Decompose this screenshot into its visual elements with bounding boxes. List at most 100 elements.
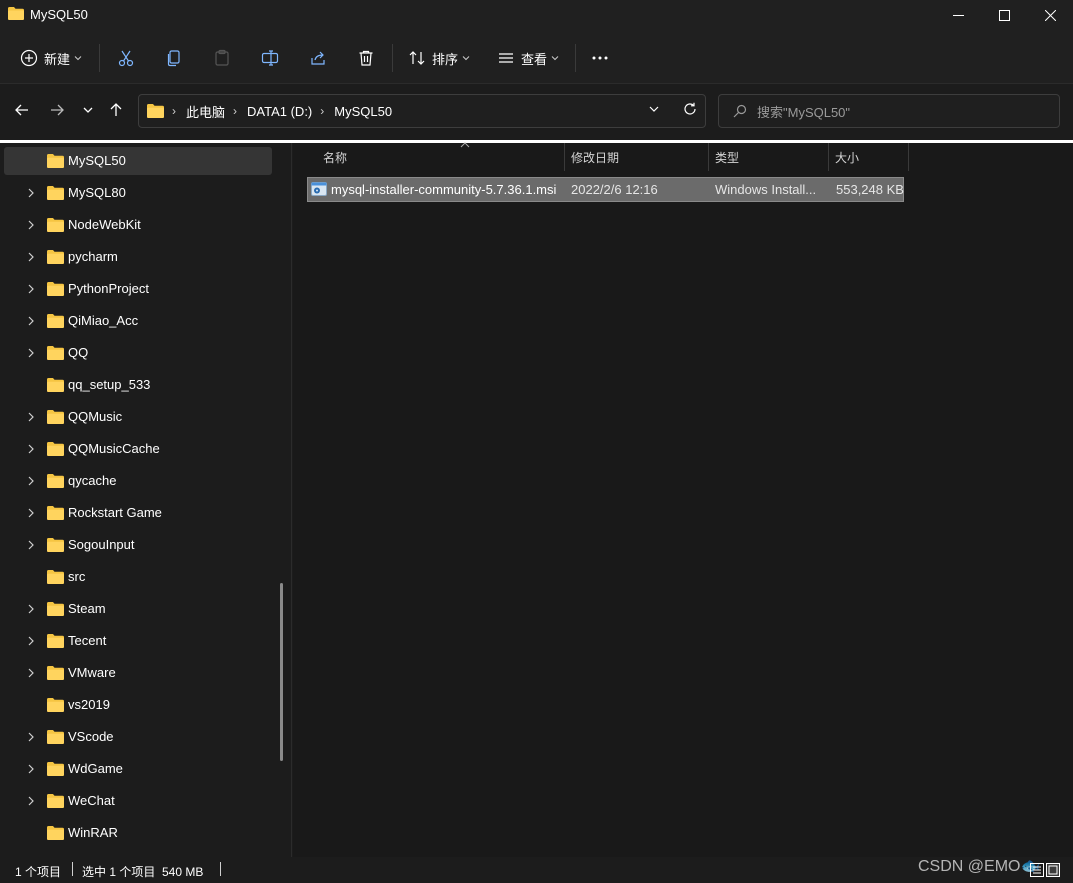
sort-icon xyxy=(409,51,425,65)
chevron-right-icon[interactable] xyxy=(26,444,36,454)
sidebar-item[interactable]: VMware xyxy=(4,659,272,687)
sidebar-item[interactable]: pycharm xyxy=(4,243,272,271)
folder-icon xyxy=(47,826,64,840)
sidebar-item-label: MySQL50 xyxy=(68,153,126,168)
breadcrumb-separator: › xyxy=(172,104,176,118)
chevron-down-icon xyxy=(83,107,93,113)
more-options-button[interactable] xyxy=(591,42,609,74)
chevron-right-icon[interactable] xyxy=(26,764,36,774)
chevron-down-icon[interactable] xyxy=(649,104,659,114)
sidebar-item[interactable]: src xyxy=(4,563,272,591)
sidebar-item-label: SogouInput xyxy=(68,537,135,552)
chevron-right-icon[interactable] xyxy=(26,732,36,742)
folder-icon xyxy=(47,506,64,520)
rename-button[interactable] xyxy=(261,42,279,74)
sidebar-item[interactable]: SogouInput xyxy=(4,531,272,559)
column-header-type[interactable]: 类型 xyxy=(709,143,829,171)
folder-icon xyxy=(47,794,64,808)
sidebar-item[interactable]: MySQL50 xyxy=(4,147,272,175)
chevron-down-icon xyxy=(551,56,559,61)
chevron-right-icon[interactable] xyxy=(26,508,36,518)
sidebar-item[interactable]: qq_setup_533 xyxy=(4,371,272,399)
sidebar-item[interactable]: qycache xyxy=(4,467,272,495)
title-bar: MySQL50 xyxy=(0,0,1073,30)
forward-button[interactable] xyxy=(45,98,69,122)
sidebar-item-label: VMware xyxy=(68,665,116,680)
status-separator xyxy=(72,862,73,876)
refresh-icon[interactable] xyxy=(683,102,697,116)
cut-button[interactable] xyxy=(117,42,135,74)
breadcrumb-drive[interactable]: DATA1 (D:) xyxy=(247,104,312,119)
column-size-label: 大小 xyxy=(835,150,860,165)
tiles-view-icon[interactable] xyxy=(1046,863,1060,877)
sidebar-item[interactable]: QQMusicCache xyxy=(4,435,272,463)
chevron-right-icon[interactable] xyxy=(26,284,36,294)
sidebar-item[interactable]: Rockstart Game xyxy=(4,499,272,527)
sidebar-item[interactable]: QQMusic xyxy=(4,403,272,431)
chevron-right-icon[interactable] xyxy=(26,188,36,198)
chevron-right-icon[interactable] xyxy=(26,316,36,326)
breadcrumb-separator: › xyxy=(320,104,325,118)
chevron-right-icon[interactable] xyxy=(26,476,36,486)
column-header-size[interactable]: 大小 xyxy=(829,143,909,171)
navigation-bar: › 此电脑 › DATA1 (D:) › MySQL50 搜索"MySQL50" xyxy=(0,84,1073,140)
column-header-modified[interactable]: 修改日期 xyxy=(565,143,709,171)
chevron-right-icon[interactable] xyxy=(26,636,36,646)
sidebar-item[interactable]: Tecent xyxy=(4,627,272,655)
search-input[interactable]: 搜索"MySQL50" xyxy=(718,94,1060,128)
new-button[interactable]: 新建 xyxy=(20,42,82,74)
minimize-button[interactable] xyxy=(935,0,981,30)
trash-icon xyxy=(359,50,373,66)
sidebar-item[interactable]: Steam xyxy=(4,595,272,623)
maximize-button[interactable] xyxy=(981,0,1027,30)
recent-locations-button[interactable] xyxy=(76,98,100,122)
sidebar-item[interactable]: WinRAR xyxy=(4,819,272,847)
address-bar[interactable]: › 此电脑 › DATA1 (D:) › MySQL50 xyxy=(138,94,706,128)
sidebar-item[interactable]: QQ xyxy=(4,339,272,367)
chevron-right-icon[interactable] xyxy=(26,348,36,358)
sidebar-scrollbar[interactable] xyxy=(280,583,283,761)
breadcrumb-current-folder[interactable]: MySQL50 xyxy=(334,104,392,119)
file-row[interactable]: mysql-installer-community-5.7.36.1.msi 2… xyxy=(307,177,904,202)
up-button[interactable] xyxy=(104,98,128,122)
folder-icon xyxy=(47,698,64,712)
breadcrumb-this-pc[interactable]: 此电脑 xyxy=(186,102,225,121)
list-view-icon xyxy=(499,53,513,63)
column-modified-label: 修改日期 xyxy=(571,150,620,165)
chevron-right-icon[interactable] xyxy=(26,796,36,806)
sidebar-item[interactable]: MySQL80 xyxy=(4,179,272,207)
arrow-right-icon xyxy=(51,104,64,116)
file-type: Windows Install... xyxy=(715,182,817,197)
chevron-right-icon[interactable] xyxy=(26,604,36,614)
chevron-right-icon[interactable] xyxy=(26,668,36,678)
column-header-name[interactable]: 名称 xyxy=(317,142,565,171)
chevron-right-icon[interactable] xyxy=(26,540,36,550)
sidebar-item-label: QQ xyxy=(68,345,89,360)
chevron-right-icon[interactable] xyxy=(26,220,36,230)
folder-icon xyxy=(8,7,24,20)
share-button[interactable] xyxy=(309,42,327,74)
chevron-right-icon[interactable] xyxy=(26,252,36,262)
sidebar-item[interactable]: vs2019 xyxy=(4,691,272,719)
paste-button[interactable] xyxy=(213,42,231,74)
back-button[interactable] xyxy=(10,98,34,122)
copy-button[interactable] xyxy=(165,42,183,74)
close-button[interactable] xyxy=(1027,0,1073,30)
sidebar-item-label: NodeWebKit xyxy=(68,217,141,232)
sidebar-item[interactable]: VScode xyxy=(4,723,272,751)
sort-button[interactable]: 排序 xyxy=(408,42,470,74)
scissors-icon xyxy=(118,50,134,67)
sidebar-item[interactable]: QiMiao_Acc xyxy=(4,307,272,335)
sidebar-item[interactable]: WeChat xyxy=(4,787,272,815)
item-count: 1 个项目 xyxy=(15,865,62,879)
folder-icon xyxy=(47,634,64,648)
view-button[interactable]: 查看 xyxy=(497,42,559,74)
sidebar-item[interactable]: PythonProject xyxy=(4,275,272,303)
details-view-icon[interactable] xyxy=(1030,863,1044,877)
folder-icon xyxy=(47,602,64,616)
sidebar-item[interactable]: NodeWebKit xyxy=(4,211,272,239)
sidebar-item[interactable]: WdGame xyxy=(4,755,272,783)
chevron-right-icon[interactable] xyxy=(26,412,36,422)
sidebar-item-label: Rockstart Game xyxy=(68,505,162,520)
delete-button[interactable] xyxy=(357,42,375,74)
